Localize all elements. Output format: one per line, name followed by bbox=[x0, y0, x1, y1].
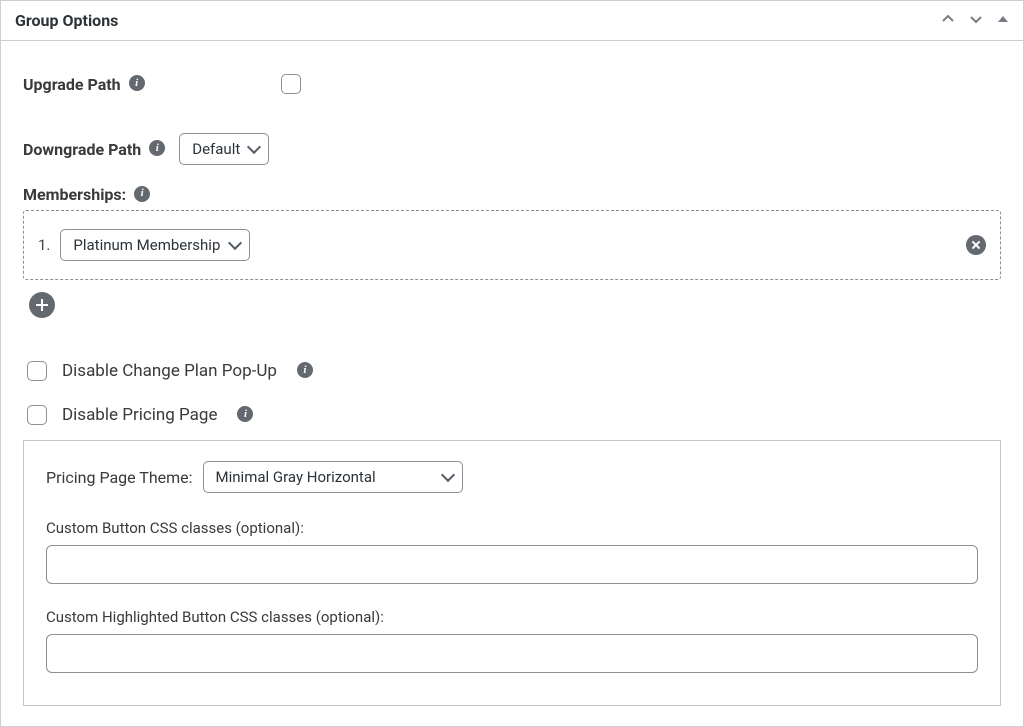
upgrade-path-label: Upgrade Path bbox=[23, 75, 121, 94]
custom-highlighted-button-css-label: Custom Highlighted Button CSS classes (o… bbox=[46, 608, 978, 626]
group-options-panel: Group Options Upgrade Path i Downgrade P… bbox=[0, 0, 1024, 727]
upgrade-path-row: Upgrade Path i bbox=[23, 71, 1001, 97]
panel-body: Upgrade Path i Downgrade Path i Default … bbox=[1, 41, 1023, 726]
info-icon[interactable]: i bbox=[237, 406, 253, 422]
info-icon[interactable]: i bbox=[149, 140, 165, 156]
membership-select[interactable]: Platinum Membership bbox=[60, 229, 250, 261]
disable-pricing-label: Disable Pricing Page bbox=[62, 405, 217, 425]
panel-title: Group Options bbox=[15, 11, 118, 30]
panel-controls bbox=[941, 12, 1009, 30]
info-icon[interactable]: i bbox=[297, 362, 313, 378]
disable-pricing-row: Disable Pricing Page i bbox=[23, 402, 1001, 428]
memberships-label-wrap: Memberships: i bbox=[23, 185, 987, 204]
memberships-label: Memberships: bbox=[23, 185, 126, 204]
membership-item-left: 1. Platinum Membership bbox=[38, 229, 250, 261]
move-down-icon[interactable] bbox=[969, 12, 983, 30]
custom-button-css-label: Custom Button CSS classes (optional): bbox=[46, 519, 978, 537]
pricing-theme-row: Pricing Page Theme: Minimal Gray Horizon… bbox=[46, 461, 978, 493]
pricing-page-panel: Pricing Page Theme: Minimal Gray Horizon… bbox=[23, 440, 1001, 706]
add-membership-button[interactable] bbox=[29, 292, 55, 318]
custom-highlighted-button-css-block: Custom Highlighted Button CSS classes (o… bbox=[46, 608, 978, 673]
upgrade-path-label-wrap: Upgrade Path i bbox=[23, 75, 277, 94]
panel-header: Group Options bbox=[1, 1, 1023, 41]
move-up-icon[interactable] bbox=[941, 12, 955, 30]
info-icon[interactable]: i bbox=[129, 75, 145, 91]
disable-popup-row: Disable Change Plan Pop-Up i bbox=[23, 358, 1001, 384]
downgrade-path-row: Downgrade Path i Default bbox=[23, 133, 1001, 165]
disable-pricing-checkbox[interactable] bbox=[27, 405, 47, 425]
pricing-theme-label: Pricing Page Theme: bbox=[46, 468, 193, 487]
disable-popup-label: Disable Change Plan Pop-Up bbox=[62, 361, 277, 381]
pricing-theme-select[interactable]: Minimal Gray Horizontal bbox=[203, 461, 463, 493]
downgrade-select-wrap: Default bbox=[179, 133, 269, 165]
pricing-theme-select-wrap: Minimal Gray Horizontal bbox=[203, 461, 463, 493]
downgrade-path-select[interactable]: Default bbox=[179, 133, 269, 165]
info-icon[interactable]: i bbox=[134, 186, 150, 202]
membership-item-row: 1. Platinum Membership bbox=[23, 210, 1001, 280]
membership-item-index: 1. bbox=[38, 236, 50, 254]
upgrade-path-checkbox[interactable] bbox=[281, 74, 301, 94]
disable-popup-checkbox[interactable] bbox=[27, 361, 47, 381]
custom-highlighted-button-css-input[interactable] bbox=[46, 634, 978, 673]
downgrade-path-label-wrap: Downgrade Path i bbox=[23, 140, 165, 159]
custom-button-css-block: Custom Button CSS classes (optional): bbox=[46, 519, 978, 584]
remove-membership-button[interactable] bbox=[966, 235, 986, 255]
downgrade-path-label: Downgrade Path bbox=[23, 140, 141, 159]
custom-button-css-input[interactable] bbox=[46, 545, 978, 584]
memberships-section: Memberships: i 1. Platinum Membership bbox=[23, 185, 1001, 322]
membership-select-wrap: Platinum Membership bbox=[60, 229, 250, 261]
collapse-toggle-icon[interactable] bbox=[997, 13, 1009, 29]
